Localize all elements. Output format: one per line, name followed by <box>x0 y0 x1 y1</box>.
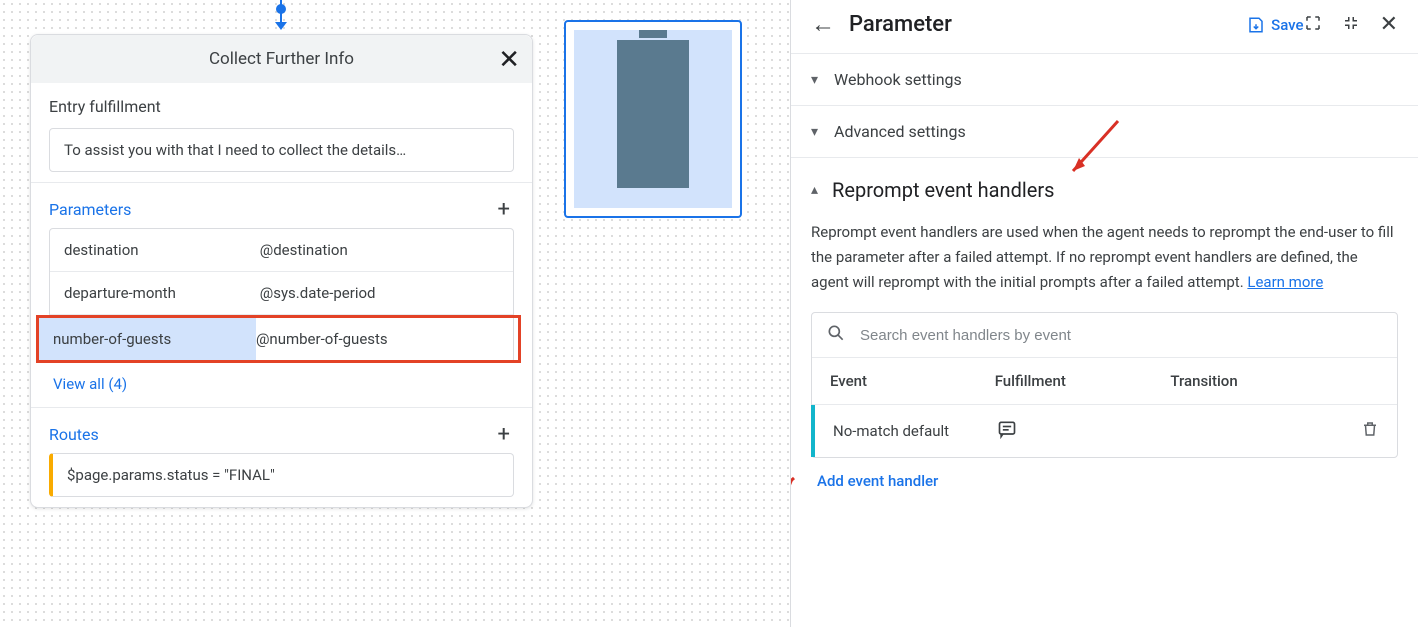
parameters-section: Parameters + destination @destination de… <box>31 183 532 408</box>
save-icon <box>1247 16 1265 34</box>
learn-more-link[interactable]: Learn more <box>1247 273 1323 291</box>
entry-fulfillment-label: Entry fulfillment <box>49 97 514 116</box>
panel-header: ← Parameter Save ✕ <box>791 0 1418 54</box>
webhook-settings-row[interactable]: ▾ Webhook settings <box>791 54 1418 106</box>
event-handler-table: Event Fulfillment Transition No-match de… <box>811 312 1398 458</box>
close-panel-icon[interactable]: ✕ <box>1380 12 1398 37</box>
minimap-viewport <box>574 30 732 208</box>
advanced-settings-row[interactable]: ▾ Advanced settings <box>791 106 1418 158</box>
flow-canvas[interactable]: Collect Further Info ✕ Entry fulfillment… <box>0 0 790 627</box>
panel-title: Parameter <box>849 12 1197 37</box>
annotation-arrow-2 <box>790 468 805 518</box>
parameter-row-selected[interactable]: number-of-guests @number-of-guests <box>36 315 521 363</box>
chevron-up-icon: ▴ <box>811 182 818 198</box>
search-icon <box>826 323 846 347</box>
add-parameter-button[interactable]: + <box>494 197 514 222</box>
search-row <box>812 313 1397 358</box>
col-fulfillment-header: Fulfillment <box>995 372 1171 390</box>
parameter-panel: ← Parameter Save ✕ ▾ Webhook settings ▾ … <box>790 0 1418 627</box>
webhook-settings-label: Webhook settings <box>834 70 962 89</box>
parameter-entity: @sys.date-period <box>260 284 499 302</box>
add-route-button[interactable]: + <box>494 422 514 447</box>
chevron-down-icon: ▾ <box>811 124 818 140</box>
back-arrow-icon[interactable]: ← <box>811 10 835 39</box>
save-button[interactable]: Save <box>1247 16 1303 34</box>
delete-icon[interactable] <box>1349 420 1379 442</box>
add-event-handler-button[interactable]: Add event handler <box>811 458 1398 504</box>
parameter-entity: @destination <box>260 241 499 259</box>
route-item[interactable]: $page.params.status = "FINAL" <box>49 453 514 497</box>
close-icon[interactable]: ✕ <box>498 45 520 75</box>
entry-fulfillment-section: Entry fulfillment To assist you with tha… <box>31 83 532 183</box>
reprompt-description: Reprompt event handlers are used when th… <box>811 220 1398 294</box>
event-cell: No-match default <box>833 422 997 440</box>
page-node-card: Collect Further Info ✕ Entry fulfillment… <box>30 34 533 508</box>
minimap-node <box>617 40 689 188</box>
fulfillment-cell <box>997 419 1172 443</box>
minimap[interactable] <box>564 20 742 218</box>
col-transition-header: Transition <box>1170 372 1379 390</box>
search-input[interactable] <box>860 327 1383 344</box>
collapse-icon[interactable] <box>1342 14 1360 36</box>
parameter-name: departure-month <box>64 284 260 302</box>
reprompt-header[interactable]: ▴ Reprompt event handlers <box>811 178 1398 202</box>
col-event-header: Event <box>830 372 995 390</box>
parameter-list: destination @destination departure-month… <box>49 228 514 363</box>
parameters-label[interactable]: Parameters <box>49 200 131 219</box>
chevron-down-icon: ▾ <box>811 72 818 88</box>
node-title: Collect Further Info <box>209 49 354 69</box>
parameter-name: number-of-guests <box>39 318 256 360</box>
message-icon <box>997 419 1017 439</box>
panel-header-actions: ✕ <box>1304 12 1398 37</box>
node-header: Collect Further Info ✕ <box>31 35 532 83</box>
save-label: Save <box>1271 16 1303 34</box>
expand-icon[interactable] <box>1304 14 1322 36</box>
routes-section: Routes + $page.params.status = "FINAL" <box>31 408 532 507</box>
parameter-name: destination <box>64 241 260 259</box>
table-header: Event Fulfillment Transition <box>812 358 1397 405</box>
connector-dot <box>276 4 286 14</box>
table-row[interactable]: No-match default <box>811 405 1397 457</box>
connector-arrowhead <box>275 22 287 30</box>
entry-fulfillment-text[interactable]: To assist you with that I need to collec… <box>49 128 514 172</box>
routes-label[interactable]: Routes <box>49 425 99 444</box>
view-all-link[interactable]: View all (4) <box>49 365 514 397</box>
reprompt-section: ▴ Reprompt event handlers Reprompt event… <box>791 158 1418 524</box>
parameter-entity: @number-of-guests <box>256 330 504 348</box>
advanced-settings-label: Advanced settings <box>834 122 966 141</box>
parameter-row[interactable]: departure-month @sys.date-period <box>50 272 513 315</box>
parameter-row[interactable]: destination @destination <box>50 229 513 272</box>
reprompt-title: Reprompt event handlers <box>832 178 1054 202</box>
